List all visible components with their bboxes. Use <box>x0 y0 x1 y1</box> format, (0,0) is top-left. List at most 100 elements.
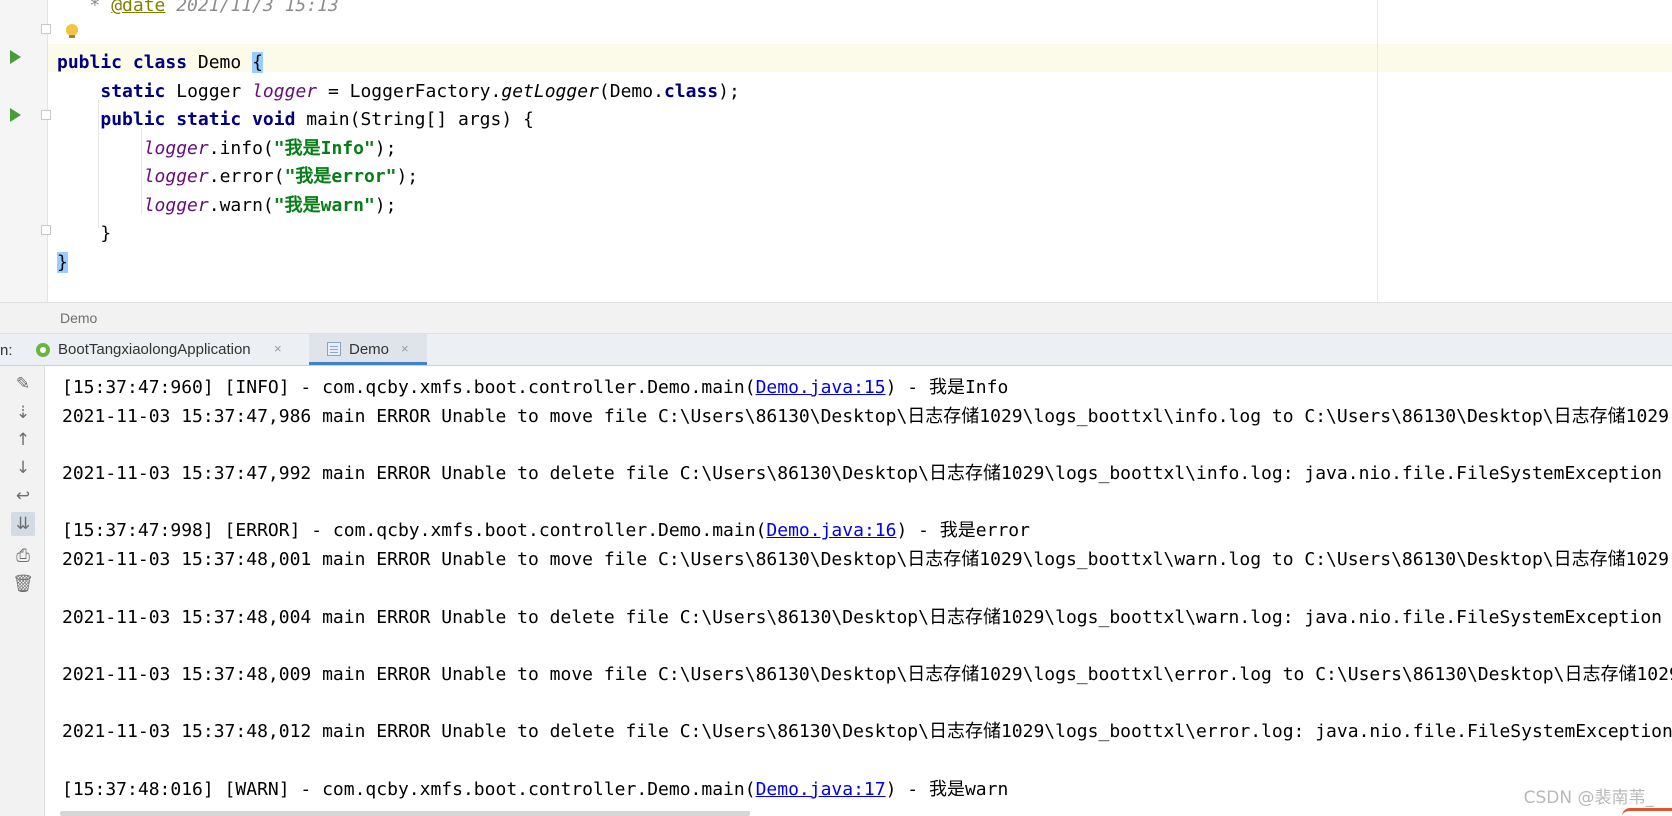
source-link[interactable]: Demo.java:15 <box>756 377 886 398</box>
code-token: Demo <box>187 52 253 73</box>
run-main-icon[interactable] <box>10 108 21 122</box>
trash-icon[interactable]: 🗑 <box>11 572 35 596</box>
watermark: CSDN @裴南苇_ <box>1523 788 1654 808</box>
console-line: 2021-11-03 15:37:48,004 main ERROR Unabl… <box>62 604 1672 633</box>
code-token: ) - 我是error <box>896 520 1030 542</box>
java-class-icon <box>327 342 341 356</box>
source-link[interactable]: Demo.java:17 <box>756 779 886 800</box>
code-token: 2021-11-03 15:37:48,009 main ERROR Unabl… <box>62 663 1672 685</box>
console-line: 2021-11-03 15:37:47,992 main ERROR Unabl… <box>62 460 1672 489</box>
code-token: logger <box>143 166 209 187</box>
code-token: 2021/11/3 15:13 <box>165 0 339 16</box>
fold-marker-icon[interactable] <box>41 110 51 120</box>
down-arrow-icon[interactable]: ↓ <box>11 456 35 480</box>
console-line: [15:37:47:960] [INFO] - com.qcby.xmfs.bo… <box>62 374 1672 403</box>
code-line: static Logger logger = LoggerFactory.get… <box>57 78 740 107</box>
code-line: logger.warn("我是warn"); <box>57 192 740 221</box>
breadcrumb-item[interactable]: Demo <box>60 310 97 326</box>
code-token: 2021-11-03 15:37:48,012 main ERROR Unabl… <box>62 721 1672 743</box>
code-token: .info( <box>208 137 274 159</box>
code-token: ); <box>396 166 419 187</box>
code-line: logger.info("我是Info"); <box>57 135 740 164</box>
code-token: 2021-11-03 15:37:48,004 main ERROR Unabl… <box>62 606 1663 628</box>
tab-label: BootTangxiaolongApplication <box>58 341 251 358</box>
code-editor[interactable]: * @date 2021/11/3 15:13 public class Demo… <box>0 0 1672 302</box>
code-token: } <box>57 251 68 273</box>
code-token: "我是warn" <box>273 194 375 216</box>
code-token: logger <box>143 137 209 159</box>
code-token: getLogger <box>501 80 599 102</box>
code-token: public static void <box>100 109 296 130</box>
code-token: ); <box>374 194 397 216</box>
code-token: ); <box>718 80 740 102</box>
code-token: "我是error" <box>284 166 397 187</box>
code-token: (Demo. <box>598 80 664 102</box>
console-line: 2021-11-03 15:37:47,986 main ERROR Unabl… <box>62 403 1672 432</box>
fold-marker-icon[interactable] <box>41 225 51 235</box>
code-token: ); <box>374 137 397 159</box>
code-line: public static void main(String[] args) { <box>57 106 740 135</box>
run-label: n: <box>0 342 13 359</box>
editor-gutter <box>0 0 51 302</box>
right-margin-guide <box>1377 0 1378 302</box>
code-line: logger.error("我是error"); <box>57 163 740 192</box>
horizontal-scrollbar[interactable] <box>60 811 750 816</box>
code-line: } <box>57 220 740 249</box>
tab-demo[interactable]: Demo × <box>309 334 427 365</box>
scroll-to-end-icon[interactable]: ⇣ <box>11 401 35 425</box>
code-token: .warn( <box>208 194 274 216</box>
tab-label: Demo <box>349 341 390 358</box>
code-line: public class Demo { <box>57 49 740 78</box>
fold-marker-icon[interactable] <box>41 24 51 34</box>
console-toolbar: ✎ ⇣ ↑ ↓ ↩ ⇊ ⎙ 🗑 <box>0 366 45 816</box>
breadcrumb: Demo <box>0 302 1672 334</box>
scroll-to-end-toggle-icon[interactable]: ⇊ <box>11 512 35 536</box>
code-content[interactable]: * @date 2021/11/3 15:13 public class Demo… <box>57 0 740 277</box>
code-token: ) - 我是warn <box>885 778 1009 800</box>
close-icon[interactable]: × <box>401 341 409 356</box>
code-token: [15:37:47:998] [ERROR] - com.qcby.xmfs.b… <box>62 520 767 542</box>
code-token: .error( <box>208 166 285 187</box>
up-arrow-icon[interactable]: ↑ <box>11 428 35 452</box>
code-line: * @date 2021/11/3 15:13 <box>57 0 740 21</box>
corner-decoration <box>1622 808 1672 816</box>
run-tool-window-tabs: n: BootTangxiaolongApplication × Demo × <box>0 334 1672 366</box>
close-icon[interactable]: × <box>274 341 282 356</box>
soft-wrap-icon[interactable]: ↩ <box>11 484 35 508</box>
code-line: } <box>57 249 740 278</box>
code-token: public class <box>57 52 188 73</box>
code-token: class <box>663 80 719 102</box>
console-output[interactable]: [15:37:47:960] [INFO] - com.qcby.xmfs.bo… <box>62 374 1672 804</box>
console-line: [15:37:47:998] [ERROR] - com.qcby.xmfs.b… <box>62 517 1672 546</box>
clear-all-icon[interactable]: ✎ <box>11 372 35 396</box>
source-link[interactable]: Demo.java:16 <box>766 520 896 541</box>
console-line: 2021-11-03 15:37:48,009 main ERROR Unabl… <box>62 661 1672 690</box>
code-token: 2021-11-03 15:37:47,986 main ERROR Unabl… <box>62 405 1669 427</box>
code-token: logger <box>143 194 209 216</box>
code-token: @date <box>111 0 166 16</box>
code-token: ) - 我是Info <box>885 377 1009 398</box>
code-token: * <box>57 0 112 16</box>
code-token: [15:37:48:016] [WARN] - com.qcby.xmfs.bo… <box>62 778 756 800</box>
run-class-icon[interactable] <box>10 50 21 64</box>
print-icon[interactable]: ⎙ <box>11 544 35 568</box>
code-token: "我是Info" <box>273 137 375 159</box>
code-token: { <box>252 52 263 73</box>
spring-boot-icon <box>36 343 50 357</box>
code-token: logger <box>252 80 318 102</box>
console-panel: ✎ ⇣ ↑ ↓ ↩ ⇊ ⎙ 🗑 [15:37:47:960] [INFO] - com.qcb… <box>0 366 1672 816</box>
tab-boottangxiaolongapplication[interactable]: BootTangxiaolongApplication × <box>30 334 307 365</box>
code-token: = LoggerFactory. <box>317 80 502 102</box>
